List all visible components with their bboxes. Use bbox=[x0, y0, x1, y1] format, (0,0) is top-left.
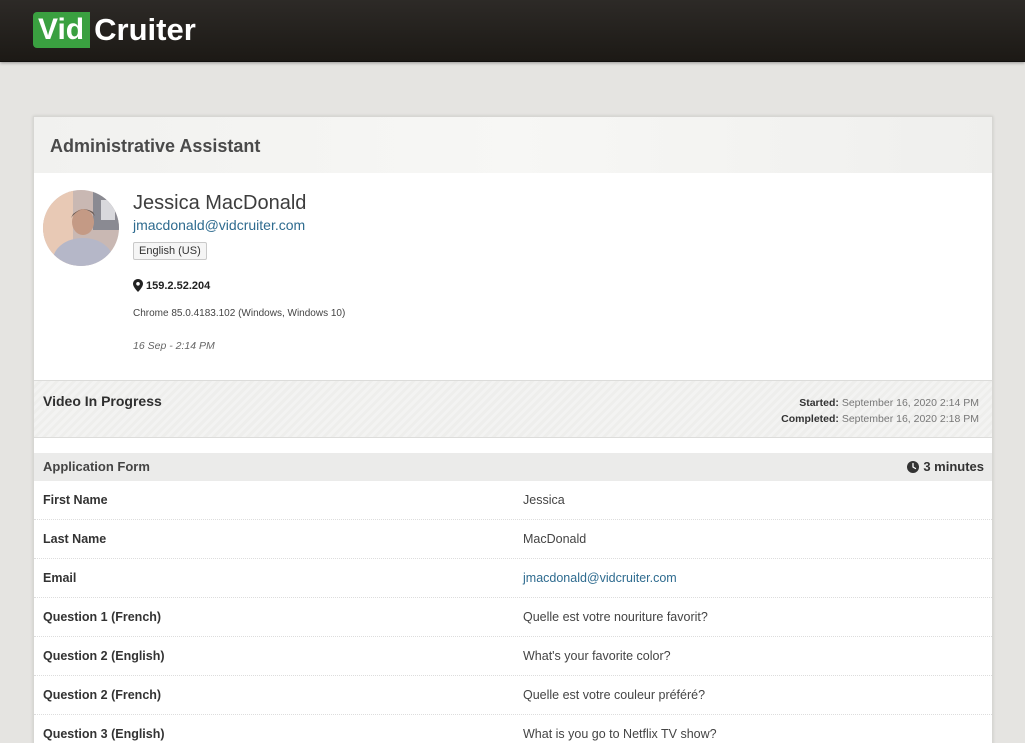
form-row-first-name: First Name Jessica bbox=[34, 481, 992, 520]
top-bar: Vid Cruiter bbox=[0, 0, 1025, 62]
row-label: Question 2 (French) bbox=[43, 688, 162, 702]
clock-icon bbox=[907, 460, 920, 473]
row-label: Question 3 (English) bbox=[43, 727, 165, 741]
form-row-question-2-french: Question 2 (French) Quelle est votre cou… bbox=[34, 676, 992, 715]
row-value: MacDonald bbox=[523, 532, 587, 546]
language-badge: English (US) bbox=[133, 242, 207, 260]
started-label: Started: bbox=[799, 397, 839, 409]
row-value: Jessica bbox=[523, 493, 565, 507]
application-form-title: Application Form bbox=[43, 459, 150, 474]
browser-info: Chrome 85.0.4183.102 (Windows, Windows 1… bbox=[133, 308, 346, 319]
job-header: Administrative Assistant bbox=[34, 117, 992, 173]
form-row-question-2-english: Question 2 (English) What's your favorit… bbox=[34, 637, 992, 676]
logo-cruiter-text: Cruiter bbox=[94, 12, 196, 47]
form-row-question-3-english: Question 3 (English) What is you go to N… bbox=[34, 715, 992, 743]
row-value-email-link[interactable]: jmacdonald@vidcruiter.com bbox=[523, 571, 677, 585]
form-row-question-1-french: Question 1 (French) Quelle est votre nou… bbox=[34, 598, 992, 637]
logo-vid-text: Vid bbox=[33, 12, 91, 48]
vidcruiter-logo[interactable]: Vid Cruiter bbox=[33, 12, 196, 48]
ip-address: 159.2.52.204 bbox=[133, 279, 210, 292]
candidate-card: Administrative Assistant Jessica MacDona… bbox=[33, 116, 993, 743]
row-value: What's your favorite color? bbox=[523, 649, 671, 663]
row-value: Quelle est votre nouriture favorit? bbox=[523, 610, 708, 624]
row-label: Question 2 (English) bbox=[43, 649, 165, 663]
job-title: Administrative Assistant bbox=[50, 136, 261, 156]
form-row-email: Email jmacdonald@vidcruiter.com bbox=[34, 559, 992, 598]
submission-date: 16 Sep - 2:14 PM bbox=[133, 340, 215, 352]
completed-line: Completed: September 16, 2020 2:18 PM bbox=[781, 411, 979, 427]
form-duration-text: 3 minutes bbox=[923, 459, 984, 474]
row-label: Question 1 (French) bbox=[43, 610, 162, 624]
video-status-bar: Video In Progress Started: September 16,… bbox=[34, 380, 992, 438]
map-pin-icon bbox=[133, 279, 143, 292]
started-line: Started: September 16, 2020 2:14 PM bbox=[781, 395, 979, 411]
candidate-name: Jessica MacDonald bbox=[133, 192, 307, 214]
video-timestamps: Started: September 16, 2020 2:14 PM Comp… bbox=[781, 395, 979, 427]
row-value: Quelle est votre couleur préféré? bbox=[523, 688, 706, 702]
row-value: What is you go to Netflix TV show? bbox=[523, 727, 717, 741]
completed-value: September 16, 2020 2:18 PM bbox=[841, 413, 979, 425]
candidate-avatar bbox=[43, 190, 119, 266]
candidate-email-link[interactable]: jmacdonald@vidcruiter.com bbox=[133, 217, 305, 233]
video-status-title: Video In Progress bbox=[43, 393, 162, 409]
completed-label: Completed: bbox=[781, 413, 839, 425]
avatar-photo bbox=[43, 190, 119, 266]
row-label: Email bbox=[43, 571, 77, 585]
application-form-header: Application Form 3 minutes bbox=[34, 453, 992, 481]
form-duration: 3 minutes bbox=[907, 459, 984, 474]
form-row-last-name: Last Name MacDonald bbox=[34, 520, 992, 559]
ip-address-text: 159.2.52.204 bbox=[146, 279, 211, 292]
started-value: September 16, 2020 2:14 PM bbox=[841, 397, 979, 409]
row-label: First Name bbox=[43, 493, 108, 507]
row-label: Last Name bbox=[43, 532, 107, 546]
